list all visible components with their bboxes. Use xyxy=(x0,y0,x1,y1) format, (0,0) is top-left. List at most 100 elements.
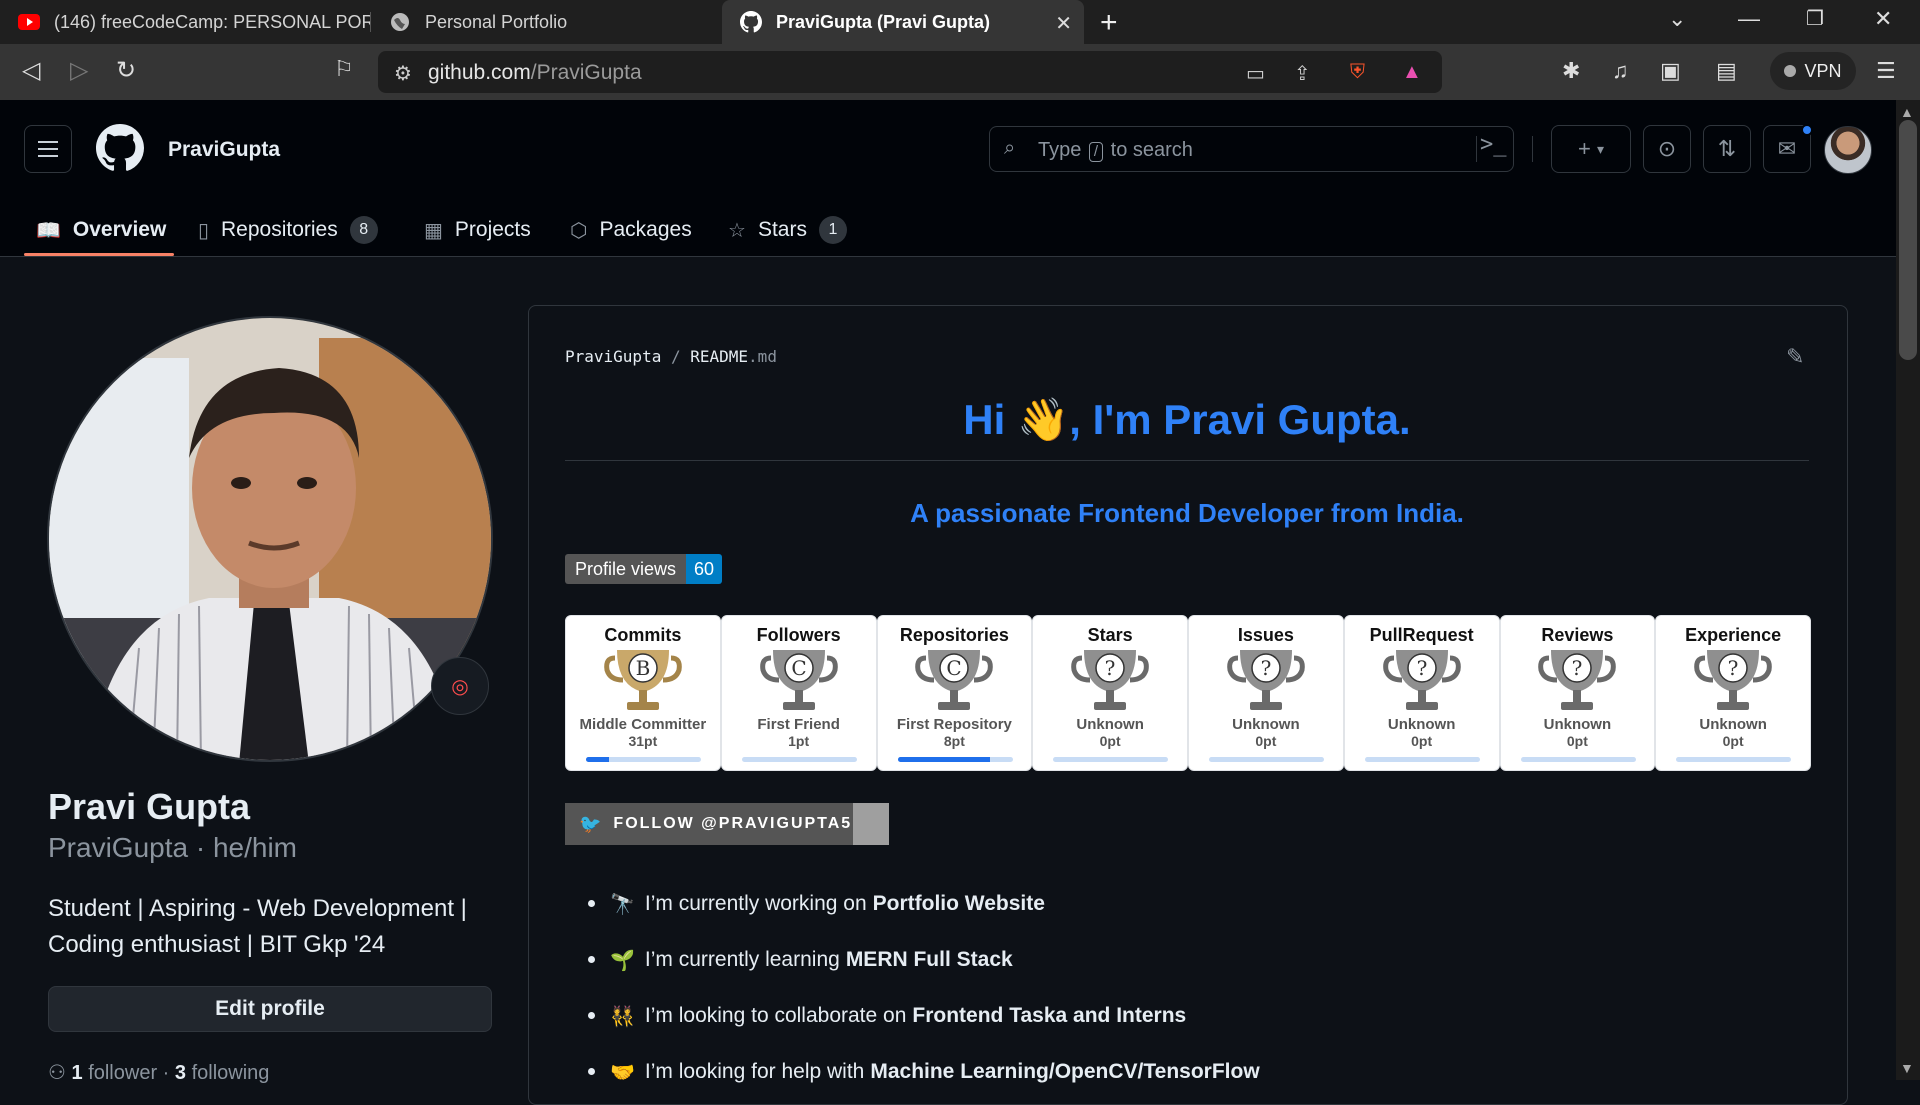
status-emoji-button[interactable]: ◎ xyxy=(431,657,489,715)
brave-shield-icon[interactable]: ⛨ xyxy=(1350,61,1365,84)
globe-icon xyxy=(389,11,411,33)
github-trophies[interactable]: Commits B Middle Committer 31pt Followers C Fi… xyxy=(565,615,1811,771)
address-bar[interactable]: ⚙ github.com/PraviGupta ▭ ⇪ ⛨ ▲ xyxy=(378,51,1442,93)
active-tab-underline xyxy=(24,253,174,256)
reload-button[interactable]: ↻ xyxy=(116,56,136,85)
tab-stars[interactable]: ☆ Stars 1 xyxy=(728,204,847,256)
notification-indicator xyxy=(1801,124,1813,136)
tab-label: Repositories xyxy=(221,218,338,241)
list-item: 🤝 I’m looking for help with Machine Learni… xyxy=(588,1044,1790,1100)
followers-count[interactable]: 1 xyxy=(72,1062,83,1084)
readme-owner-link[interactable]: PraviGupta xyxy=(565,347,661,366)
site-info-icon[interactable]: ⚙ xyxy=(394,61,412,86)
tab-repositories[interactable]: ▯ Repositories 8 xyxy=(198,204,378,256)
extensions-icon[interactable]: ✱ xyxy=(1562,58,1580,84)
followers-link[interactable]: follower xyxy=(88,1062,157,1084)
trophy-progress-fill xyxy=(897,757,990,762)
profile-avatar[interactable] xyxy=(47,316,493,762)
sidebar-icon[interactable]: ▣ xyxy=(1660,58,1681,84)
bullet-text: I’m currently learning xyxy=(644,948,840,971)
vpn-button[interactable]: VPN xyxy=(1770,52,1856,90)
edit-profile-button[interactable]: Edit profile xyxy=(48,986,492,1032)
target-icon: ◎ xyxy=(451,675,469,698)
close-tab-icon[interactable]: ✕ xyxy=(1055,11,1072,36)
back-button[interactable]: ◁ xyxy=(22,56,40,85)
trophy-progress-bar xyxy=(1520,757,1636,762)
avatar[interactable] xyxy=(1824,126,1872,174)
new-tab-button[interactable]: + xyxy=(1100,6,1118,40)
forward-button[interactable]: ▷ xyxy=(70,56,88,85)
trophy-progress-bar xyxy=(586,757,701,762)
search-input[interactable]: ⌕ Type / to search xyxy=(989,126,1514,172)
tab-packages[interactable]: ⬡ Packages xyxy=(570,204,692,256)
following-link[interactable]: following xyxy=(192,1062,270,1084)
chevron-down-icon: ▾ xyxy=(1596,140,1604,157)
list-item: 🔭 I’m currently working on Portfolio Websi… xyxy=(588,876,1790,932)
bullet-highlight: Frontend Taska and Interns xyxy=(912,1004,1187,1027)
trophy-grade: ? xyxy=(1261,656,1272,680)
menu-icon[interactable]: ☰ xyxy=(1876,58,1896,84)
repo-icon: ▯ xyxy=(198,219,210,242)
readme-subtitle: A passionate Frontend Developer from Ind… xyxy=(910,498,1464,528)
tab-overview[interactable]: 📖 Overview xyxy=(36,204,166,256)
trophy-grade: C xyxy=(791,656,806,680)
tab-label: Projects xyxy=(454,218,531,241)
trophy-rank: Unknown xyxy=(1232,716,1300,733)
tab-github-profile[interactable]: PraviGupta (Pravi Gupta) ✕ xyxy=(722,0,1084,44)
browser-toolbar: ◁ ▷ ↻ ⚐ ⚙ github.com/PraviGupta ▭ ⇪ ⛨ ▲ … xyxy=(0,44,1920,100)
bookmark-icon[interactable]: ⚐ xyxy=(334,56,354,82)
search-prefix: Type xyxy=(1038,139,1082,161)
trophy-progress-bar xyxy=(897,757,1013,762)
trophy-grade: C xyxy=(947,656,962,680)
command-palette-icon[interactable]: >_ xyxy=(1480,132,1507,157)
scrollbar-thumb[interactable] xyxy=(1899,120,1917,360)
pencil-icon[interactable]: ✎ xyxy=(1786,344,1804,370)
hamburger-menu-button[interactable] xyxy=(24,125,72,173)
following-count[interactable]: 3 xyxy=(175,1062,186,1084)
create-new-button[interactable]: + ▾ xyxy=(1551,125,1631,173)
trophy-points: 0pt xyxy=(1411,733,1433,749)
trophy-progress-bar xyxy=(741,757,857,762)
github-logo-icon[interactable] xyxy=(96,124,144,172)
twitter-follow-badge[interactable]: 🐦 FOLLOW @PRAVIGUPTA5 xyxy=(565,803,889,845)
cast-icon[interactable]: ▭ xyxy=(1246,61,1265,86)
trophy-rank: Unknown xyxy=(1543,716,1612,733)
bullet-emoji: 👯 xyxy=(610,1005,635,1028)
brave-rewards-icon[interactable]: ▲ xyxy=(1402,61,1422,84)
search-shortcut-key: / xyxy=(1088,142,1104,162)
wallet-icon[interactable]: ▤ xyxy=(1716,58,1737,84)
tab-personal-portfolio[interactable]: Personal Portfolio xyxy=(371,0,721,44)
trophy-cup-icon: ? xyxy=(1033,646,1187,716)
pull-requests-button[interactable]: ⇅ xyxy=(1703,125,1751,173)
trophy-progress-fill xyxy=(586,757,609,762)
readme-bullet-list: 🔭 I’m currently working on Portfolio Websi… xyxy=(588,876,1790,1100)
close-window-button[interactable]: ✕ xyxy=(1874,6,1892,32)
scroll-up-icon[interactable]: ▲ xyxy=(1900,104,1914,120)
issues-button[interactable]: ⊙ xyxy=(1643,125,1691,173)
readme-file-ext: .md xyxy=(748,347,777,366)
pull-request-icon: ⇅ xyxy=(1717,136,1737,161)
minimize-button[interactable]: — xyxy=(1738,6,1760,32)
scroll-down-icon[interactable]: ▼ xyxy=(1900,1060,1914,1076)
trophy-card: PullRequest? Unknown 0pt xyxy=(1343,615,1500,771)
profile-views-badge: Profile views 60 xyxy=(565,554,723,584)
bullet-highlight: Portfolio Website xyxy=(872,892,1045,915)
header-username-link[interactable]: PraviGupta xyxy=(168,138,280,162)
tab-label: Packages xyxy=(599,218,692,241)
share-icon[interactable]: ⇪ xyxy=(1294,61,1311,86)
restore-button[interactable]: ❐ xyxy=(1806,6,1824,31)
trophy-card: Stars? Unknown 0pt xyxy=(1032,615,1188,771)
vpn-status-icon xyxy=(1784,65,1797,77)
counter-badge: 8 xyxy=(349,216,378,244)
bullet-highlight: Machine Learning/OpenCV/TensorFlow xyxy=(870,1060,1260,1083)
readme-file-link[interactable]: README xyxy=(690,347,748,366)
media-icon[interactable]: ♫ xyxy=(1612,58,1629,84)
trophy-title: PullRequest xyxy=(1369,625,1474,645)
tab-projects[interactable]: ▦ Projects xyxy=(424,204,531,256)
trophy-cup-icon: ? xyxy=(1189,646,1343,716)
trophy-grade: ? xyxy=(1105,656,1116,680)
trophy-title: Repositories xyxy=(899,625,1009,645)
tab-freecodecamp[interactable]: (146) freeCodeCamp: PERSONAL POR xyxy=(0,0,370,44)
tab-search-chevron-icon[interactable]: ⌄ xyxy=(1668,6,1686,32)
tab-title: PraviGupta (Pravi Gupta) xyxy=(776,11,991,32)
